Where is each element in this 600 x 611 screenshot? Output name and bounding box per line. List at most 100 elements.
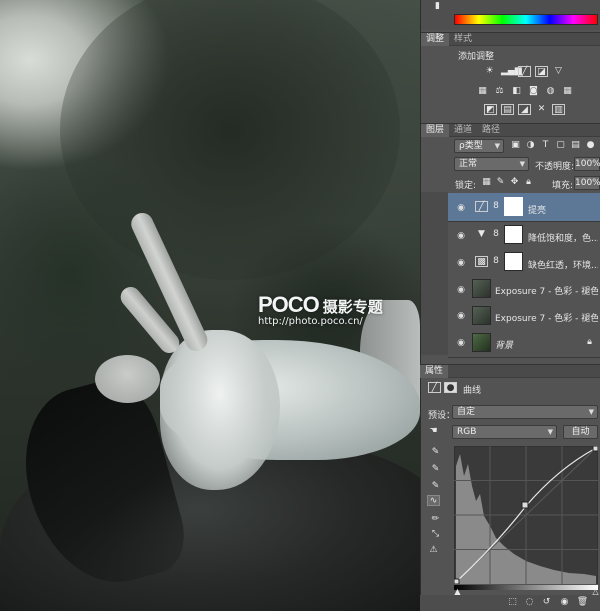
curve-point [592, 446, 598, 452]
chevron-down-icon: ▼ [588, 408, 594, 416]
color-lookup-icon[interactable]: ▦ [561, 86, 574, 97]
curve-point-tool-icon[interactable]: ∿ [427, 495, 440, 506]
filter-type-icon[interactable]: T [539, 140, 552, 151]
layer-name[interactable]: Exposure 7 - 色彩 - 褪色... [495, 284, 598, 297]
auto-button[interactable]: 自动 [563, 425, 598, 439]
gradient-map-icon[interactable]: ▥ [552, 104, 565, 115]
visibility-eye-icon[interactable]: ◉ [455, 257, 467, 269]
chevron-down-icon: ▼ [494, 142, 500, 150]
curves-graph[interactable] [454, 446, 598, 584]
properties-bottom-bar: ⬚ ◌ ↺ ◉ 🗑︎ [420, 595, 600, 611]
mask-icon[interactable]: ● [444, 382, 457, 393]
threshold-icon[interactable]: ◢ [518, 104, 531, 115]
photo-filter-icon[interactable]: ◙ [527, 86, 540, 97]
layer-mask-thumbnail[interactable] [504, 252, 523, 271]
fill-label: 填充: [552, 181, 574, 191]
channel-mixer-layer-icon: ▩ [475, 256, 488, 267]
visibility-eye-icon[interactable]: ◉ [455, 202, 467, 214]
target-adjust-hand-icon[interactable]: ☚ [427, 426, 440, 437]
layer-name[interactable]: 降低饱和度，色... [528, 231, 598, 244]
selective-color-icon[interactable]: ✕ [535, 104, 548, 115]
visibility-eye-icon[interactable]: ◉ [558, 597, 571, 608]
filter-shape-icon[interactable]: ▢ [554, 140, 567, 151]
brightness-icon[interactable]: ☀ [483, 66, 496, 77]
opacity-field[interactable]: 100% [574, 157, 600, 171]
layer-thumbnail[interactable] [472, 333, 491, 352]
lock-label: 锁定: [455, 181, 477, 191]
color-panel: ▮ [421, 0, 600, 30]
black-white-icon[interactable]: ◧ [510, 86, 523, 97]
exposure-icon[interactable]: ◪ [535, 66, 548, 77]
watermark: POCO 摄影专题 http://photo.poco.cn/ [258, 292, 383, 327]
channel-mixer-icon[interactable]: ◍ [544, 86, 557, 97]
layers-left-strip [421, 192, 449, 355]
color-spectrum[interactable] [454, 14, 598, 25]
tab-adjustments[interactable]: 调整 [421, 33, 450, 46]
adjust-heading: 添加调整 [458, 52, 495, 62]
layer-mask-thumbnail[interactable] [504, 225, 523, 244]
curves-icon[interactable]: ╱ [518, 66, 531, 77]
lock-all-icon[interactable]: 🔒︎ [522, 177, 535, 188]
view-previous-icon[interactable]: ◌ [523, 597, 536, 608]
eyedropper-white-icon[interactable]: ✎ [429, 481, 442, 492]
delete-icon[interactable]: 🗑︎ [576, 597, 589, 608]
mask-link-icon[interactable]: 8 [492, 256, 500, 267]
layer-name[interactable]: 背景 [495, 338, 555, 351]
eyedropper-gray-icon[interactable]: ✎ [429, 464, 442, 475]
tab-styles[interactable]: 样式 [449, 33, 477, 46]
fill-field[interactable]: 100% [574, 176, 600, 190]
layer-thumbnail[interactable] [472, 279, 491, 298]
visibility-eye-icon[interactable]: ◉ [455, 230, 467, 242]
reset-icon[interactable]: ↺ [540, 597, 553, 608]
layer-name[interactable]: Exposure 7 - 色彩 - 褪色... [495, 311, 598, 324]
preset-label: 预设： [428, 411, 456, 421]
tab-layers[interactable]: 图层 [421, 124, 450, 137]
opacity-label: 不透明度: [535, 162, 575, 172]
filter-adjust-icon[interactable]: ◑ [524, 140, 537, 151]
visibility-eye-icon[interactable]: ◉ [455, 284, 467, 296]
pencil-tool-icon[interactable]: ✏ [429, 514, 442, 525]
smooth-icon[interactable]: ⤡ [429, 529, 442, 540]
tab-paths[interactable]: 路径 [477, 124, 505, 137]
mask-link-icon[interactable]: 8 [492, 229, 500, 240]
layer-mask-thumbnail[interactable] [504, 197, 523, 216]
preset-select[interactable]: 自定 ▼ [452, 405, 598, 419]
posterize-icon[interactable]: ▤ [501, 104, 514, 115]
lock-icon: 🔒︎ [587, 337, 592, 347]
properties-header: 属性 [420, 364, 600, 378]
lock-pixels-icon[interactable]: ✎ [494, 177, 507, 188]
clip-to-layer-icon[interactable]: ⬚ [506, 597, 519, 608]
filter-smart-icon[interactable]: ▤ [569, 140, 582, 151]
canvas-photo[interactable]: POCO 摄影专题 http://photo.poco.cn/ [0, 0, 420, 611]
tab-properties[interactable]: 属性 [420, 365, 449, 378]
clipping-warning-icon[interactable]: ⚠ [427, 545, 440, 556]
color-balance-icon[interactable]: ⚖ [493, 86, 506, 97]
tab-channels[interactable]: 通道 [449, 124, 477, 137]
layer-thumbnail[interactable] [472, 306, 491, 325]
visibility-eye-icon[interactable]: ◉ [455, 337, 467, 349]
visibility-eye-icon[interactable]: ◉ [455, 310, 467, 322]
input-gradient-bar [454, 585, 598, 590]
levels-icon[interactable]: ▂▄▆ [501, 66, 522, 77]
channel-select[interactable]: RGB ▼ [452, 425, 557, 439]
hue-saturation-icon[interactable]: ▦ [476, 86, 489, 97]
curves-layer-icon: ╱ [475, 201, 488, 212]
layer-name[interactable]: 提亮 [528, 203, 598, 216]
invert-icon[interactable]: ◩ [484, 104, 497, 115]
filter-toggle-icon[interactable]: ● [584, 140, 597, 151]
blend-mode-value: 正常 [459, 159, 478, 169]
watermark-url: http://photo.poco.cn/ [258, 316, 363, 327]
lock-position-icon[interactable]: ✥ [508, 177, 521, 188]
panel-icon[interactable]: ▮ [431, 1, 444, 12]
layer-name[interactable]: 缺色红透，环境... [528, 258, 598, 271]
mask-link-icon[interactable]: 8 [492, 201, 500, 212]
preset-value: 自定 [457, 407, 476, 417]
lock-transparent-icon[interactable]: ▦ [480, 177, 493, 188]
blend-mode-select[interactable]: 正常 ▼ [454, 157, 529, 171]
filter-pixel-icon[interactable]: ▣ [509, 140, 522, 151]
vibrance-icon[interactable]: ▽ [552, 66, 565, 77]
curve-point [454, 578, 460, 584]
layer-filter-select[interactable]: ρ类型 ▼ [454, 139, 504, 153]
eyedropper-black-icon[interactable]: ✎ [429, 447, 442, 458]
layer-filter-label: ρ类型 [459, 141, 483, 151]
